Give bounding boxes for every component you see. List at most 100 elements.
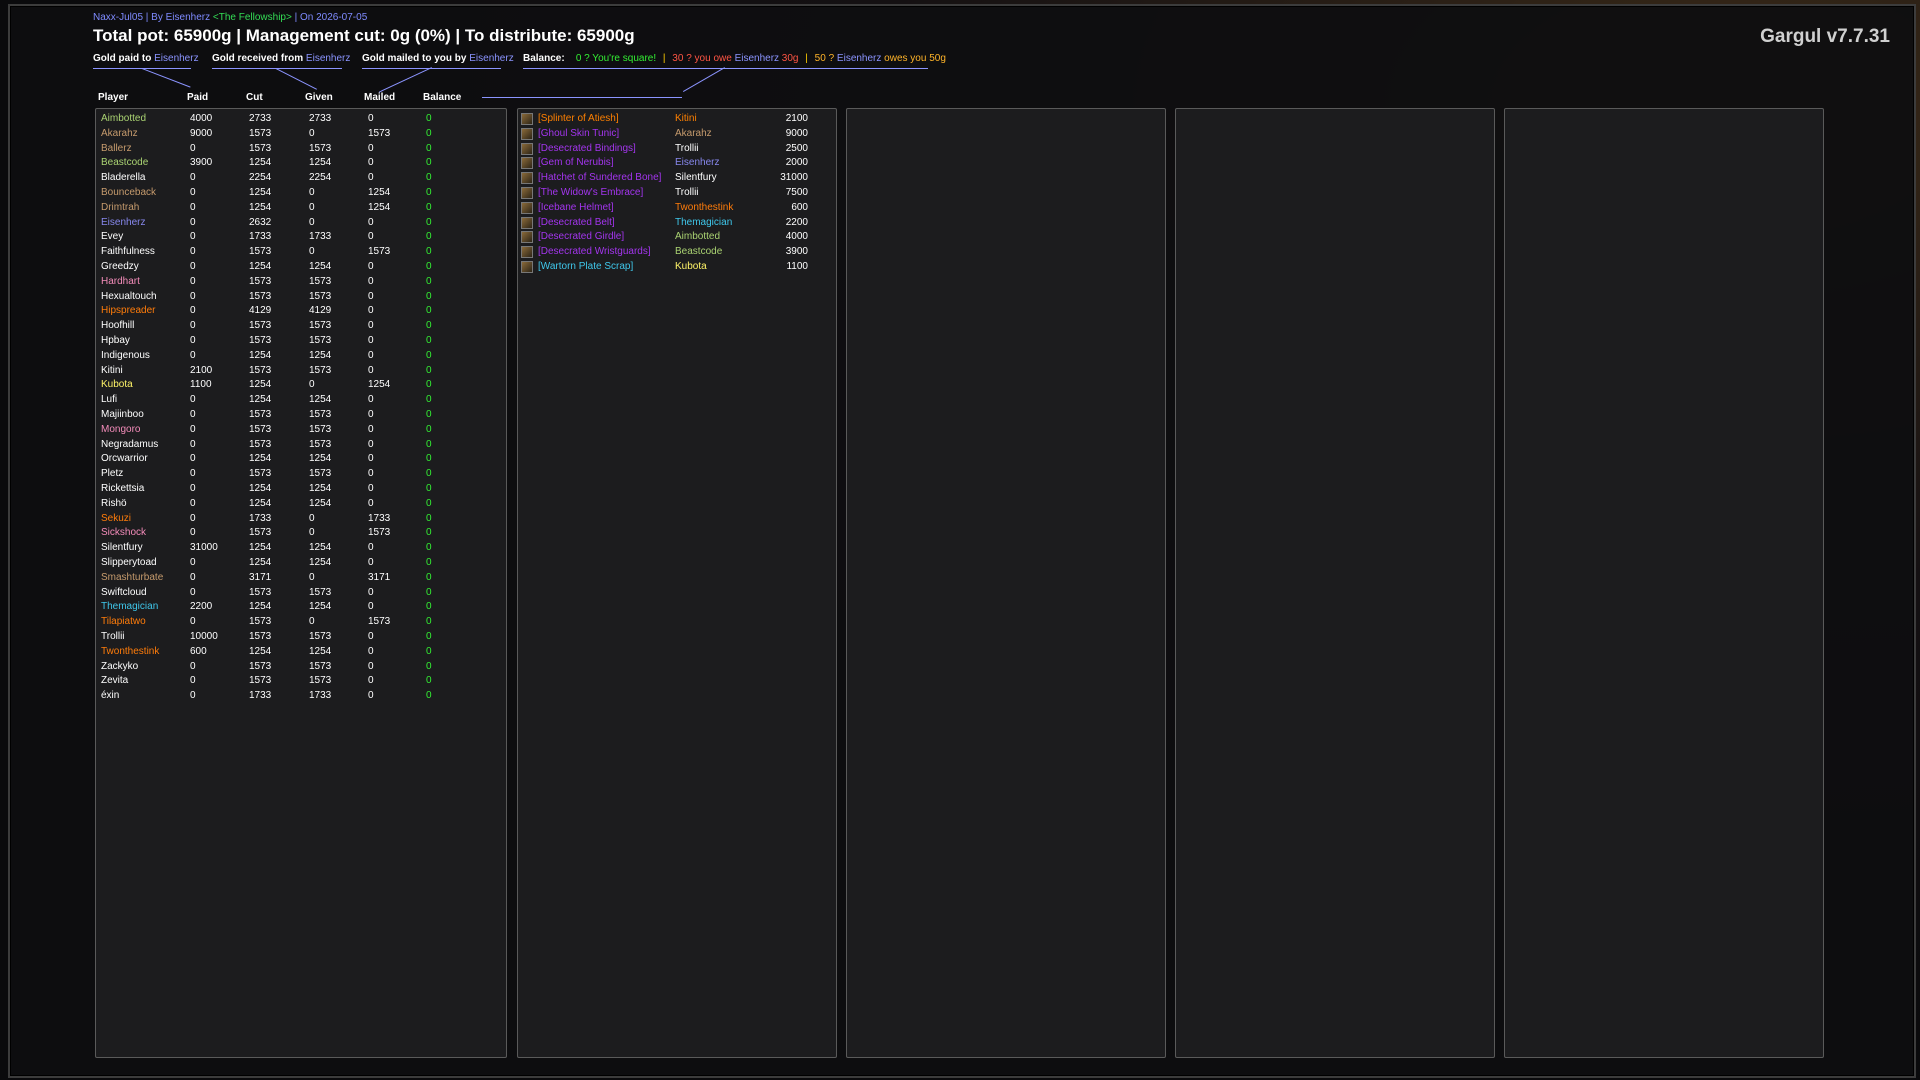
- auction-row[interactable]: [Desecrated Wristguards] Beastcode 3900: [518, 245, 836, 259]
- item-link[interactable]: [Desecrated Wristguards]: [538, 245, 651, 259]
- auction-row[interactable]: [Hatchet of Sundered Bone] Silentfury 3100…: [518, 171, 836, 185]
- player-cut: 1573: [249, 364, 272, 376]
- player-name: Pletz: [101, 468, 124, 480]
- table-row[interactable]: Silentfury 31000 1254 1254 0 0: [96, 541, 506, 555]
- table-row[interactable]: Kubota 1100 1254 0 1254 0: [96, 378, 506, 392]
- table-row[interactable]: Bladerella 0 2254 2254 0 0: [96, 171, 506, 185]
- player-cut: 1573: [249, 631, 272, 642]
- table-row[interactable]: Hpbay 0 1573 1573 0 0: [96, 334, 506, 348]
- wristguards-icon[interactable]: [521, 246, 533, 259]
- table-row[interactable]: Hardhart 0 1573 1573 0 0: [96, 275, 506, 289]
- auction-row[interactable]: [Wartorn Plate Scrap] Kubota 1100: [518, 260, 836, 274]
- table-row[interactable]: Hexualtouch 0 1573 1573 0 0: [96, 290, 506, 304]
- auctions-list[interactable]: [Splinter of Atiesh] Kitini 2100 [Ghoul Ski…: [517, 108, 837, 1058]
- table-row[interactable]: Evey 0 1733 1733 0 0: [96, 230, 506, 244]
- scrap-icon[interactable]: [521, 261, 533, 273]
- player-mailed: 0: [368, 542, 374, 554]
- auction-row[interactable]: [Gem of Nerubis] Eisenherz 2000: [518, 156, 836, 170]
- auction-row[interactable]: [Desecrated Belt] Themagician 2200: [518, 216, 836, 230]
- gem-icon[interactable]: [521, 157, 533, 170]
- item-link[interactable]: [Ghoul Skin Tunic]: [538, 127, 619, 141]
- table-row[interactable]: Aimbotted 4000 2733 2733 0 0: [96, 112, 506, 126]
- table-row[interactable]: Hipspreader 0 4129 4129 0 0: [96, 304, 506, 318]
- item-link[interactable]: [Hatchet of Sundered Bone]: [538, 171, 661, 185]
- player-mailed: 0: [368, 320, 374, 332]
- table-row[interactable]: Themagician 2200 1254 1254 0 0: [96, 600, 506, 614]
- col-balance[interactable]: Balance: [423, 92, 461, 103]
- table-row[interactable]: Pletz 0 1573 1573 0 0: [96, 467, 506, 481]
- col-paid[interactable]: Paid: [187, 92, 208, 103]
- table-row[interactable]: Rishö 0 1254 1254 0 0: [96, 497, 506, 511]
- table-row[interactable]: éxin 0 1733 1733 0 0: [96, 689, 506, 703]
- table-row[interactable]: Smashturbate 0 3171 0 3171 0: [96, 571, 506, 585]
- player-name: Hoofhill: [101, 320, 135, 332]
- col-given[interactable]: Given: [305, 92, 333, 103]
- item-link[interactable]: [Splinter of Atiesh]: [538, 112, 619, 126]
- col-mailed[interactable]: Mailed: [364, 92, 395, 103]
- table-row[interactable]: Sickshock 0 1573 0 1573 0: [96, 526, 506, 540]
- girdle-icon[interactable]: [521, 231, 533, 244]
- table-row[interactable]: Hoofhill 0 1573 1573 0 0: [96, 319, 506, 333]
- auction-row[interactable]: [Splinter of Atiesh] Kitini 2100: [518, 112, 836, 126]
- table-row[interactable]: Drimtrah 0 1254 0 1254 0: [96, 201, 506, 215]
- table-row[interactable]: Mongoro 0 1573 1573 0 0: [96, 423, 506, 437]
- player-cut: 1573: [249, 423, 272, 435]
- auction-row[interactable]: [Desecrated Girdle] Aimbotted 4000: [518, 230, 836, 244]
- table-row[interactable]: Beastcode 3900 1254 1254 0 0: [96, 156, 506, 170]
- col-player[interactable]: Player: [98, 92, 128, 103]
- auction-row[interactable]: [Icebane Helmet] Twonthestink 600: [518, 201, 836, 215]
- col-cut[interactable]: Cut: [246, 92, 263, 103]
- item-winner: Aimbotted: [675, 231, 721, 243]
- table-row[interactable]: Kitini 2100 1573 1573 0 0: [96, 364, 506, 378]
- player-balance: 0: [426, 601, 432, 613]
- auction-row[interactable]: [Desecrated Bindings] Trollii 2500: [518, 142, 836, 156]
- table-row[interactable]: Faithfulness 0 1573 0 1573 0: [96, 245, 506, 259]
- tunic-icon[interactable]: [521, 127, 533, 140]
- table-row[interactable]: Trollii 10000 1573 1573 0 0: [96, 630, 506, 644]
- item-link[interactable]: [Desecrated Belt]: [538, 216, 615, 230]
- table-row[interactable]: Indigenous 0 1254 1254 0 0: [96, 349, 506, 363]
- table-row[interactable]: Slipperytoad 0 1254 1254 0 0: [96, 556, 506, 570]
- item-price: 2100: [785, 113, 808, 124]
- player-balance: 0: [426, 527, 432, 539]
- embrace-icon[interactable]: [521, 187, 533, 199]
- auction-row[interactable]: [The Widow's Embrace] Trollii 7500: [518, 186, 836, 200]
- table-row[interactable]: Akarahz 9000 1573 0 1573 0: [96, 127, 506, 141]
- table-row[interactable]: Rickettsia 0 1254 1254 0 0: [96, 482, 506, 496]
- hatchet-icon[interactable]: [521, 172, 533, 185]
- table-row[interactable]: Swiftcloud 0 1573 1573 0 0: [96, 586, 506, 600]
- player-paid: 0: [190, 349, 196, 361]
- table-row[interactable]: Bounceback 0 1254 0 1254 0: [96, 186, 506, 200]
- table-row[interactable]: Zevita 0 1573 1573 0 0: [96, 674, 506, 688]
- player-name: Indigenous: [101, 349, 150, 361]
- players-table[interactable]: Aimbotted 4000 2733 2733 0 0 Akarahz 9000 1573 0 1…: [95, 108, 507, 1058]
- belt-icon[interactable]: [521, 216, 533, 229]
- player-name: Swiftcloud: [101, 586, 147, 598]
- table-row[interactable]: Lufi 0 1254 1254 0 0: [96, 393, 506, 407]
- table-row[interactable]: Negradamus 0 1573 1573 0 0: [96, 438, 506, 452]
- item-link[interactable]: [Gem of Nerubis]: [538, 156, 614, 170]
- helmet-icon[interactable]: [521, 201, 533, 214]
- item-link[interactable]: [Desecrated Bindings]: [538, 142, 636, 156]
- player-given: 0: [309, 379, 315, 391]
- splinter-icon[interactable]: [521, 113, 533, 125]
- item-link[interactable]: [Icebane Helmet]: [538, 201, 614, 215]
- auction-row[interactable]: [Ghoul Skin Tunic] Akarahz 9000: [518, 127, 836, 141]
- item-link[interactable]: [The Widow's Embrace]: [538, 186, 643, 200]
- player-given: 1573: [309, 468, 332, 480]
- table-row[interactable]: Eisenherz 0 2632 0 0 0: [96, 216, 506, 230]
- player-balance: 0: [426, 305, 432, 317]
- item-link[interactable]: [Desecrated Girdle]: [538, 230, 624, 244]
- bindings-icon[interactable]: [521, 142, 533, 155]
- table-row[interactable]: Zackyko 0 1573 1573 0 0: [96, 660, 506, 674]
- player-balance: 0: [426, 690, 432, 702]
- table-row[interactable]: Twonthestink 600 1254 1254 0 0: [96, 645, 506, 659]
- table-row[interactable]: Greedzy 0 1254 1254 0 0: [96, 260, 506, 274]
- table-row[interactable]: Sekuzi 0 1733 0 1733 0: [96, 512, 506, 526]
- table-row[interactable]: Orcwarrior 0 1254 1254 0 0: [96, 452, 506, 466]
- table-row[interactable]: Majiinboo 0 1573 1573 0 0: [96, 408, 506, 422]
- item-link[interactable]: [Wartorn Plate Scrap]: [538, 260, 633, 274]
- table-row[interactable]: Tilapiatwo 0 1573 0 1573 0: [96, 615, 506, 629]
- player-paid: 0: [190, 483, 196, 494]
- table-row[interactable]: Ballerz 0 1573 1573 0 0: [96, 142, 506, 156]
